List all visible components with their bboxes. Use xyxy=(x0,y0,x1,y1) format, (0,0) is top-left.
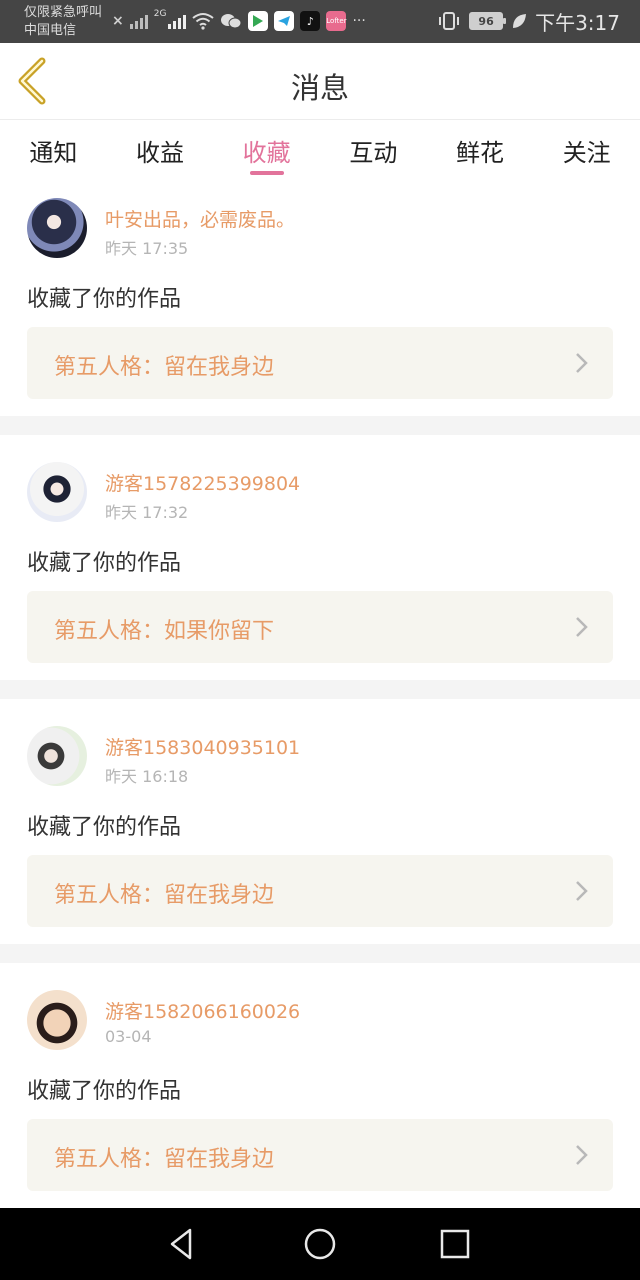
work-title: 第五人格：留在我身边 xyxy=(54,1147,275,1172)
user-name[interactable]: 游客1578225399804 xyxy=(105,469,300,496)
work-link[interactable]: 第五人格：留在我身边 xyxy=(27,855,613,927)
divider xyxy=(0,680,640,699)
message-time: 昨天 16:18 xyxy=(105,767,189,786)
chevron-right-icon xyxy=(576,353,588,373)
chevron-right-icon xyxy=(576,617,588,637)
work-title: 第五人格：如果你留下 xyxy=(54,619,275,644)
telegram-icon xyxy=(274,11,295,31)
tab-notifications[interactable]: 通知 xyxy=(0,121,107,181)
message-time: 昨天 17:32 xyxy=(105,503,189,522)
tab-flowers[interactable]: 鲜花 xyxy=(427,121,534,181)
user-name[interactable]: 游客1583040935101 xyxy=(105,733,300,760)
message-time: 03-04 xyxy=(105,1027,152,1046)
avatar[interactable] xyxy=(27,990,87,1050)
no-sim-icon: × xyxy=(112,13,124,29)
status-right: 96 下午3:17 xyxy=(437,9,620,35)
avatar[interactable] xyxy=(27,726,87,786)
tab-favorites[interactable]: 收藏 xyxy=(213,121,320,181)
signal-icon xyxy=(129,13,148,29)
work-title: 第五人格：留在我身边 xyxy=(54,883,275,908)
message-tabs: 通知 收益 收藏 互动 鲜花 关注 xyxy=(0,121,640,181)
avatar[interactable] xyxy=(27,198,87,258)
user-name[interactable]: 游客1582066160026 xyxy=(105,997,300,1024)
tab-follows[interactable]: 关注 xyxy=(533,121,640,181)
status-bar: 仅限紧急呼叫 中国电信 × 2G ♪ Lofter ··· 96 下午3:17 xyxy=(0,0,640,43)
tab-interactions[interactable]: 互动 xyxy=(320,121,427,181)
message-list: 叶安出品，必需废品。 昨天 17:35 收藏了你的作品 第五人格：留在我身边 游… xyxy=(0,181,640,1208)
message-time: 昨天 17:35 xyxy=(105,239,189,258)
emergency-only-text: 仅限紧急呼叫 xyxy=(24,5,103,20)
wechat-icon xyxy=(221,14,242,29)
leaf-icon xyxy=(513,14,527,28)
tab-earnings[interactable]: 收益 xyxy=(107,121,214,181)
system-nav-bar xyxy=(0,1208,640,1280)
page-title: 消息 xyxy=(290,71,349,105)
work-link[interactable]: 第五人格：留在我身边 xyxy=(27,327,613,399)
action-text: 收藏了你的作品 xyxy=(27,815,182,840)
battery-level: 96 xyxy=(478,14,494,28)
message-item: 游客1582066160026 03-04 收藏了你的作品 第五人格：留在我身边 xyxy=(0,963,640,1208)
work-link[interactable]: 第五人格：如果你留下 xyxy=(27,591,613,663)
app-header: 消息 xyxy=(0,43,640,120)
clock: 下午3:17 xyxy=(535,10,620,35)
message-item: 叶安出品，必需废品。 昨天 17:35 收藏了你的作品 第五人格：留在我身边 xyxy=(0,181,640,416)
network-type: 2G xyxy=(153,9,167,19)
chevron-right-icon xyxy=(576,881,588,901)
lofter-app-icon: Lofter xyxy=(326,11,347,31)
play-store-icon xyxy=(248,11,269,31)
message-item: 游客1583040935101 昨天 16:18 收藏了你的作品 第五人格：留在… xyxy=(0,699,640,944)
nav-back-button[interactable] xyxy=(164,1226,200,1262)
tiktok-icon: ♪ xyxy=(300,11,321,31)
nav-home-button[interactable] xyxy=(302,1226,338,1262)
action-text: 收藏了你的作品 xyxy=(27,1079,182,1104)
avatar[interactable] xyxy=(27,462,87,522)
wifi-icon xyxy=(192,13,215,30)
carrier-name: 中国电信 xyxy=(24,23,77,38)
action-text: 收藏了你的作品 xyxy=(27,551,182,576)
nav-recents-button[interactable] xyxy=(437,1226,473,1262)
work-link[interactable]: 第五人格：留在我身边 xyxy=(27,1119,613,1191)
status-icons: × 2G ♪ Lofter ··· xyxy=(112,9,366,33)
vibrate-icon xyxy=(439,12,460,30)
battery-icon: 96 xyxy=(469,12,507,30)
chevron-right-icon xyxy=(576,1145,588,1165)
action-text: 收藏了你的作品 xyxy=(27,287,182,312)
divider xyxy=(0,416,640,435)
message-item: 游客1578225399804 昨天 17:32 收藏了你的作品 第五人格：如果… xyxy=(0,435,640,680)
carrier-info: 仅限紧急呼叫 中国电信 xyxy=(24,4,102,40)
user-name[interactable]: 叶安出品，必需废品。 xyxy=(105,205,295,232)
work-title: 第五人格：留在我身边 xyxy=(54,355,275,380)
more-notifications-icon: ··· xyxy=(352,13,366,29)
signal-2-icon xyxy=(168,13,187,29)
divider xyxy=(0,944,640,963)
